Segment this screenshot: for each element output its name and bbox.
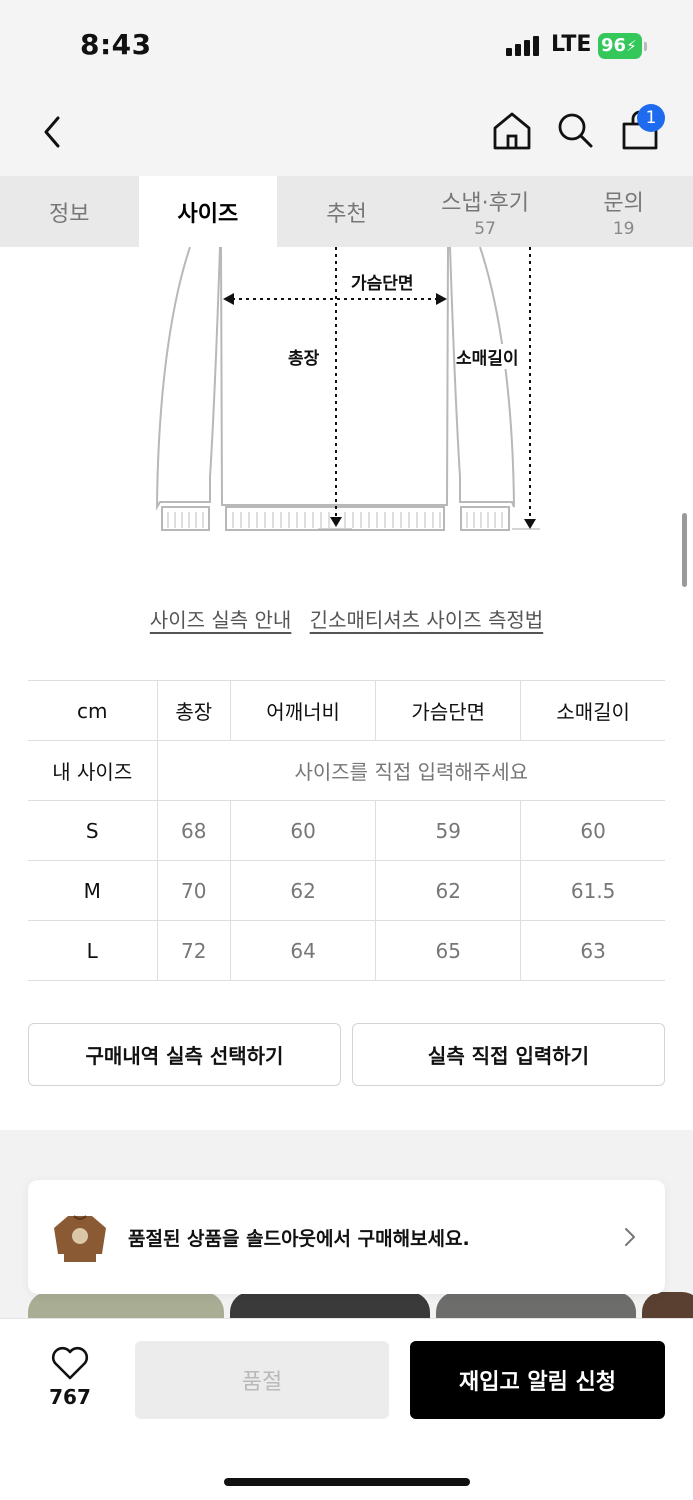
battery-tip (644, 42, 647, 51)
table-cell: 60 (230, 800, 377, 861)
measure-method-link[interactable]: 긴소매티셔츠 사이즈 측정법 (310, 608, 544, 632)
network-label: LTE (551, 32, 592, 57)
tab-count: 19 (612, 218, 635, 239)
tab-label: 추천 (326, 201, 367, 227)
size-table: cm 총장 어깨너비 가슴단면 소매길이 내 사이즈 사이즈를 직접 입력해주세… (28, 680, 665, 981)
sleeve-length-label: 소매길이 (456, 344, 519, 369)
heart-icon[interactable] (50, 1345, 90, 1381)
product-thumbnail[interactable] (28, 1292, 224, 1320)
size-diagram: 가슴단면 총장 소매길이 (0, 246, 693, 547)
product-thumbnail[interactable] (642, 1292, 693, 1320)
table-cell: 59 (375, 800, 522, 861)
unit-cell: cm (28, 680, 158, 741)
like-count: 767 (49, 1385, 91, 1409)
sweatshirt-thumbnail-icon (54, 1215, 106, 1262)
soldout-banner[interactable]: 품절된 상품을 솔드아웃에서 구매해보세요. (28, 1180, 665, 1294)
header-cell: 소매길이 (520, 680, 665, 741)
soldout-banner-text: 품절된 상품을 솔드아웃에서 구매해보세요. (128, 1228, 470, 1250)
search-icon[interactable] (553, 108, 597, 152)
size-label: S (28, 800, 158, 861)
tab-recommend[interactable]: 추천 (277, 176, 416, 247)
header-cell: 가슴단면 (375, 680, 522, 741)
table-row: M 70 62 62 61.5 (28, 860, 665, 921)
total-length-label: 총장 (288, 344, 320, 369)
size-guide-links: 사이즈 실측 안내 긴소매티셔츠 사이즈 측정법 (0, 604, 693, 633)
home-indicator (224, 1478, 470, 1486)
size-label: L (28, 920, 158, 981)
table-cell: 62 (230, 860, 377, 921)
table-cell: 63 (520, 920, 665, 981)
header-cell: 총장 (157, 680, 232, 741)
status-time: 8:43 (80, 28, 152, 61)
table-header-row: cm 총장 어깨너비 가슴단면 소매길이 (28, 680, 665, 741)
tab-label: 문의 (603, 190, 644, 216)
table-row: L 72 64 65 63 (28, 920, 665, 981)
tab-review[interactable]: 스냅·후기 57 (416, 176, 555, 247)
tab-label: 스냅·후기 (441, 190, 530, 216)
chevron-right-icon (625, 1228, 635, 1246)
my-size-row: 내 사이즈 사이즈를 직접 입력해주세요 (28, 740, 665, 801)
my-size-input-cell[interactable]: 사이즈를 직접 입력해주세요 (157, 740, 665, 801)
table-cell: 72 (157, 920, 232, 981)
back-arrow-icon[interactable] (34, 110, 74, 154)
scrollbar[interactable] (682, 513, 687, 587)
top-nav (0, 92, 693, 176)
table-cell: 68 (157, 800, 232, 861)
battery-level: 96 (601, 35, 627, 56)
table-cell: 65 (375, 920, 522, 981)
my-size-label: 내 사이즈 (28, 740, 158, 801)
size-guide-link[interactable]: 사이즈 실측 안내 (150, 608, 292, 632)
tab-qna[interactable]: 문의 19 (554, 176, 693, 247)
home-icon[interactable] (490, 108, 534, 152)
table-cell: 62 (375, 860, 522, 921)
tab-label: 정보 (49, 201, 90, 227)
restock-alert-button[interactable]: 재입고 알림 신청 (410, 1341, 665, 1419)
table-cell: 60 (520, 800, 665, 861)
product-thumbnail[interactable] (436, 1292, 636, 1320)
table-cell: 64 (230, 920, 377, 981)
tab-count: 57 (474, 218, 496, 239)
table-cell: 61.5 (520, 860, 665, 921)
bottom-action-bar: 767 품절 재입고 알림 신청 (0, 1318, 693, 1500)
manual-size-input-button[interactable]: 실측 직접 입력하기 (352, 1023, 665, 1086)
product-tabs: 정보 사이즈 추천 스냅·후기 57 문의 19 (0, 176, 693, 247)
sold-out-button: 품절 (135, 1341, 389, 1419)
purchase-history-size-button[interactable]: 구매내역 실측 선택하기 (28, 1023, 341, 1086)
battery-icon: 96⚡ (598, 33, 642, 59)
signal-icon (506, 36, 539, 56)
garment-outline-illustration (155, 246, 540, 531)
tab-label: 사이즈 (177, 201, 239, 227)
header-cell: 어깨너비 (230, 680, 377, 741)
chest-width-label: 가슴단면 (351, 269, 414, 294)
tab-size[interactable]: 사이즈 (138, 176, 278, 247)
table-row: S 68 60 59 60 (28, 800, 665, 861)
tab-info[interactable]: 정보 (0, 176, 139, 247)
table-cell: 70 (157, 860, 232, 921)
cart-count-badge: 1 (637, 104, 665, 132)
size-label: M (28, 860, 158, 921)
status-bar: 8:43 LTE 96⚡ (0, 0, 693, 92)
product-thumbnail[interactable] (230, 1292, 430, 1320)
